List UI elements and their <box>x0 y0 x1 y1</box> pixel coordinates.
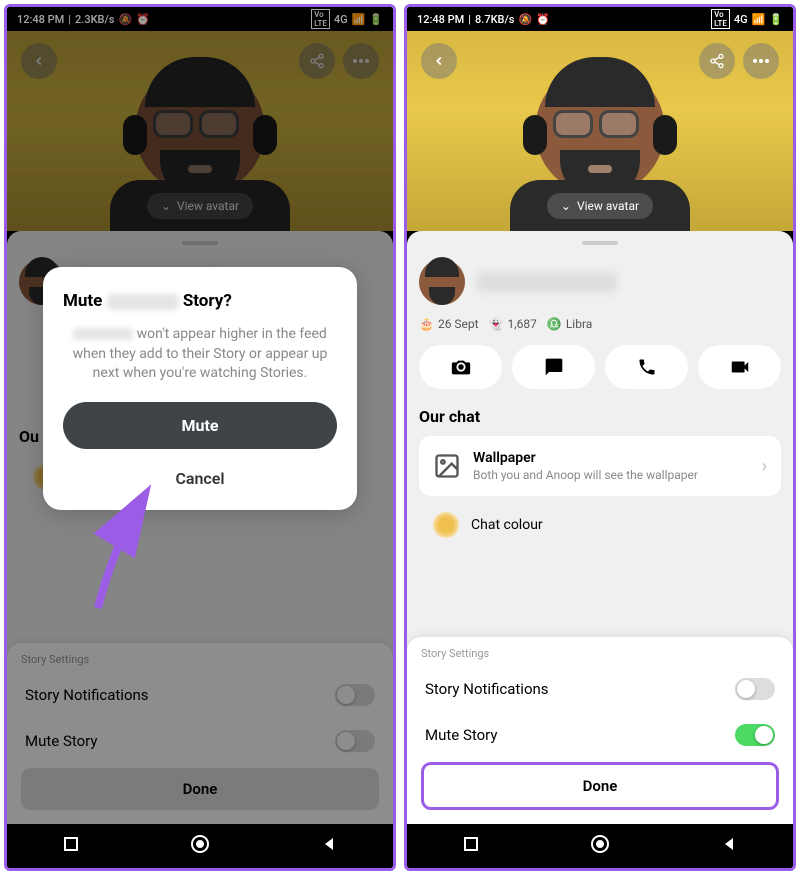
battery-icon: 🔋 <box>769 13 783 26</box>
profile-header: ⌄ View avatar <box>407 31 793 231</box>
alarm-icon: ⏰ <box>536 13 550 26</box>
nav-back-icon[interactable] <box>321 836 337 856</box>
chat-colour-row[interactable]: Chat colour <box>419 504 781 546</box>
share-button[interactable] <box>699 43 735 79</box>
avatar <box>535 65 665 195</box>
wallpaper-icon <box>433 452 461 480</box>
mute-confirm-modal: Mute Story? won't appear higher in the f… <box>43 267 357 510</box>
nav-recents-icon[interactable] <box>463 836 479 856</box>
wallpaper-row[interactable]: Wallpaper Both you and Anoop will see th… <box>419 436 781 496</box>
settings-header: Story Settings <box>421 647 779 660</box>
nav-bar <box>7 824 393 868</box>
blurred-name <box>73 328 133 340</box>
colour-swatch-icon <box>433 512 459 538</box>
profile-badges: 🎂26 Sept 👻1,687 ♎Libra <box>419 317 781 331</box>
story-notifications-row[interactable]: Story Notifications <box>421 666 779 712</box>
call-button[interactable] <box>605 345 688 389</box>
nav-back-icon[interactable] <box>721 836 737 856</box>
chat-button[interactable] <box>512 345 595 389</box>
zodiac-icon: ♎ <box>547 317 562 331</box>
view-avatar-button[interactable]: ⌄ View avatar <box>547 193 653 219</box>
status-speed: 8.7KB/s <box>475 13 514 26</box>
modal-title: Mute Story? <box>63 291 337 311</box>
mute-story-toggle[interactable] <box>735 724 775 746</box>
status-bar: 12:48 PM | 8.7KB/s 🔕 ⏰ VoLTE 4G 📶 🔋 <box>407 7 793 31</box>
more-button[interactable] <box>743 43 779 79</box>
ghost-icon: 👻 <box>489 317 504 331</box>
dnd-icon: 🔕 <box>518 13 532 26</box>
nav-home-icon[interactable] <box>590 834 610 858</box>
username-blurred <box>477 272 617 292</box>
volte-icon: VoLTE <box>711 9 730 29</box>
nav-home-icon[interactable] <box>190 834 210 858</box>
story-settings-panel: Story Settings Story Notifications Mute … <box>407 637 793 824</box>
profile-sheet: 🎂26 Sept 👻1,687 ♎Libra Our chat Wallpape… <box>407 231 793 824</box>
chevron-right-icon: › <box>762 456 767 477</box>
story-notifications-toggle[interactable] <box>735 678 775 700</box>
done-button[interactable]: Done <box>421 762 779 810</box>
status-time: 12:48 PM <box>417 13 464 26</box>
mute-confirm-button[interactable]: Mute <box>63 402 337 449</box>
mini-avatar <box>419 259 465 305</box>
cancel-button[interactable]: Cancel <box>63 455 337 502</box>
nav-bar <box>407 824 793 868</box>
camera-button[interactable] <box>419 345 502 389</box>
cake-icon: 🎂 <box>419 317 434 331</box>
video-button[interactable] <box>698 345 781 389</box>
signal-icon: 📶 <box>752 13 766 26</box>
blurred-name <box>107 294 179 310</box>
signal-4g-icon: 4G <box>734 13 748 26</box>
chevron-down-icon: ⌄ <box>561 199 571 213</box>
back-button[interactable] <box>421 43 457 79</box>
mute-story-row[interactable]: Mute Story <box>421 712 779 758</box>
modal-description: won't appear higher in the feed when the… <box>63 325 337 384</box>
sheet-handle[interactable] <box>582 241 618 245</box>
nav-recents-icon[interactable] <box>63 836 79 856</box>
section-title: Our chat <box>419 407 781 426</box>
